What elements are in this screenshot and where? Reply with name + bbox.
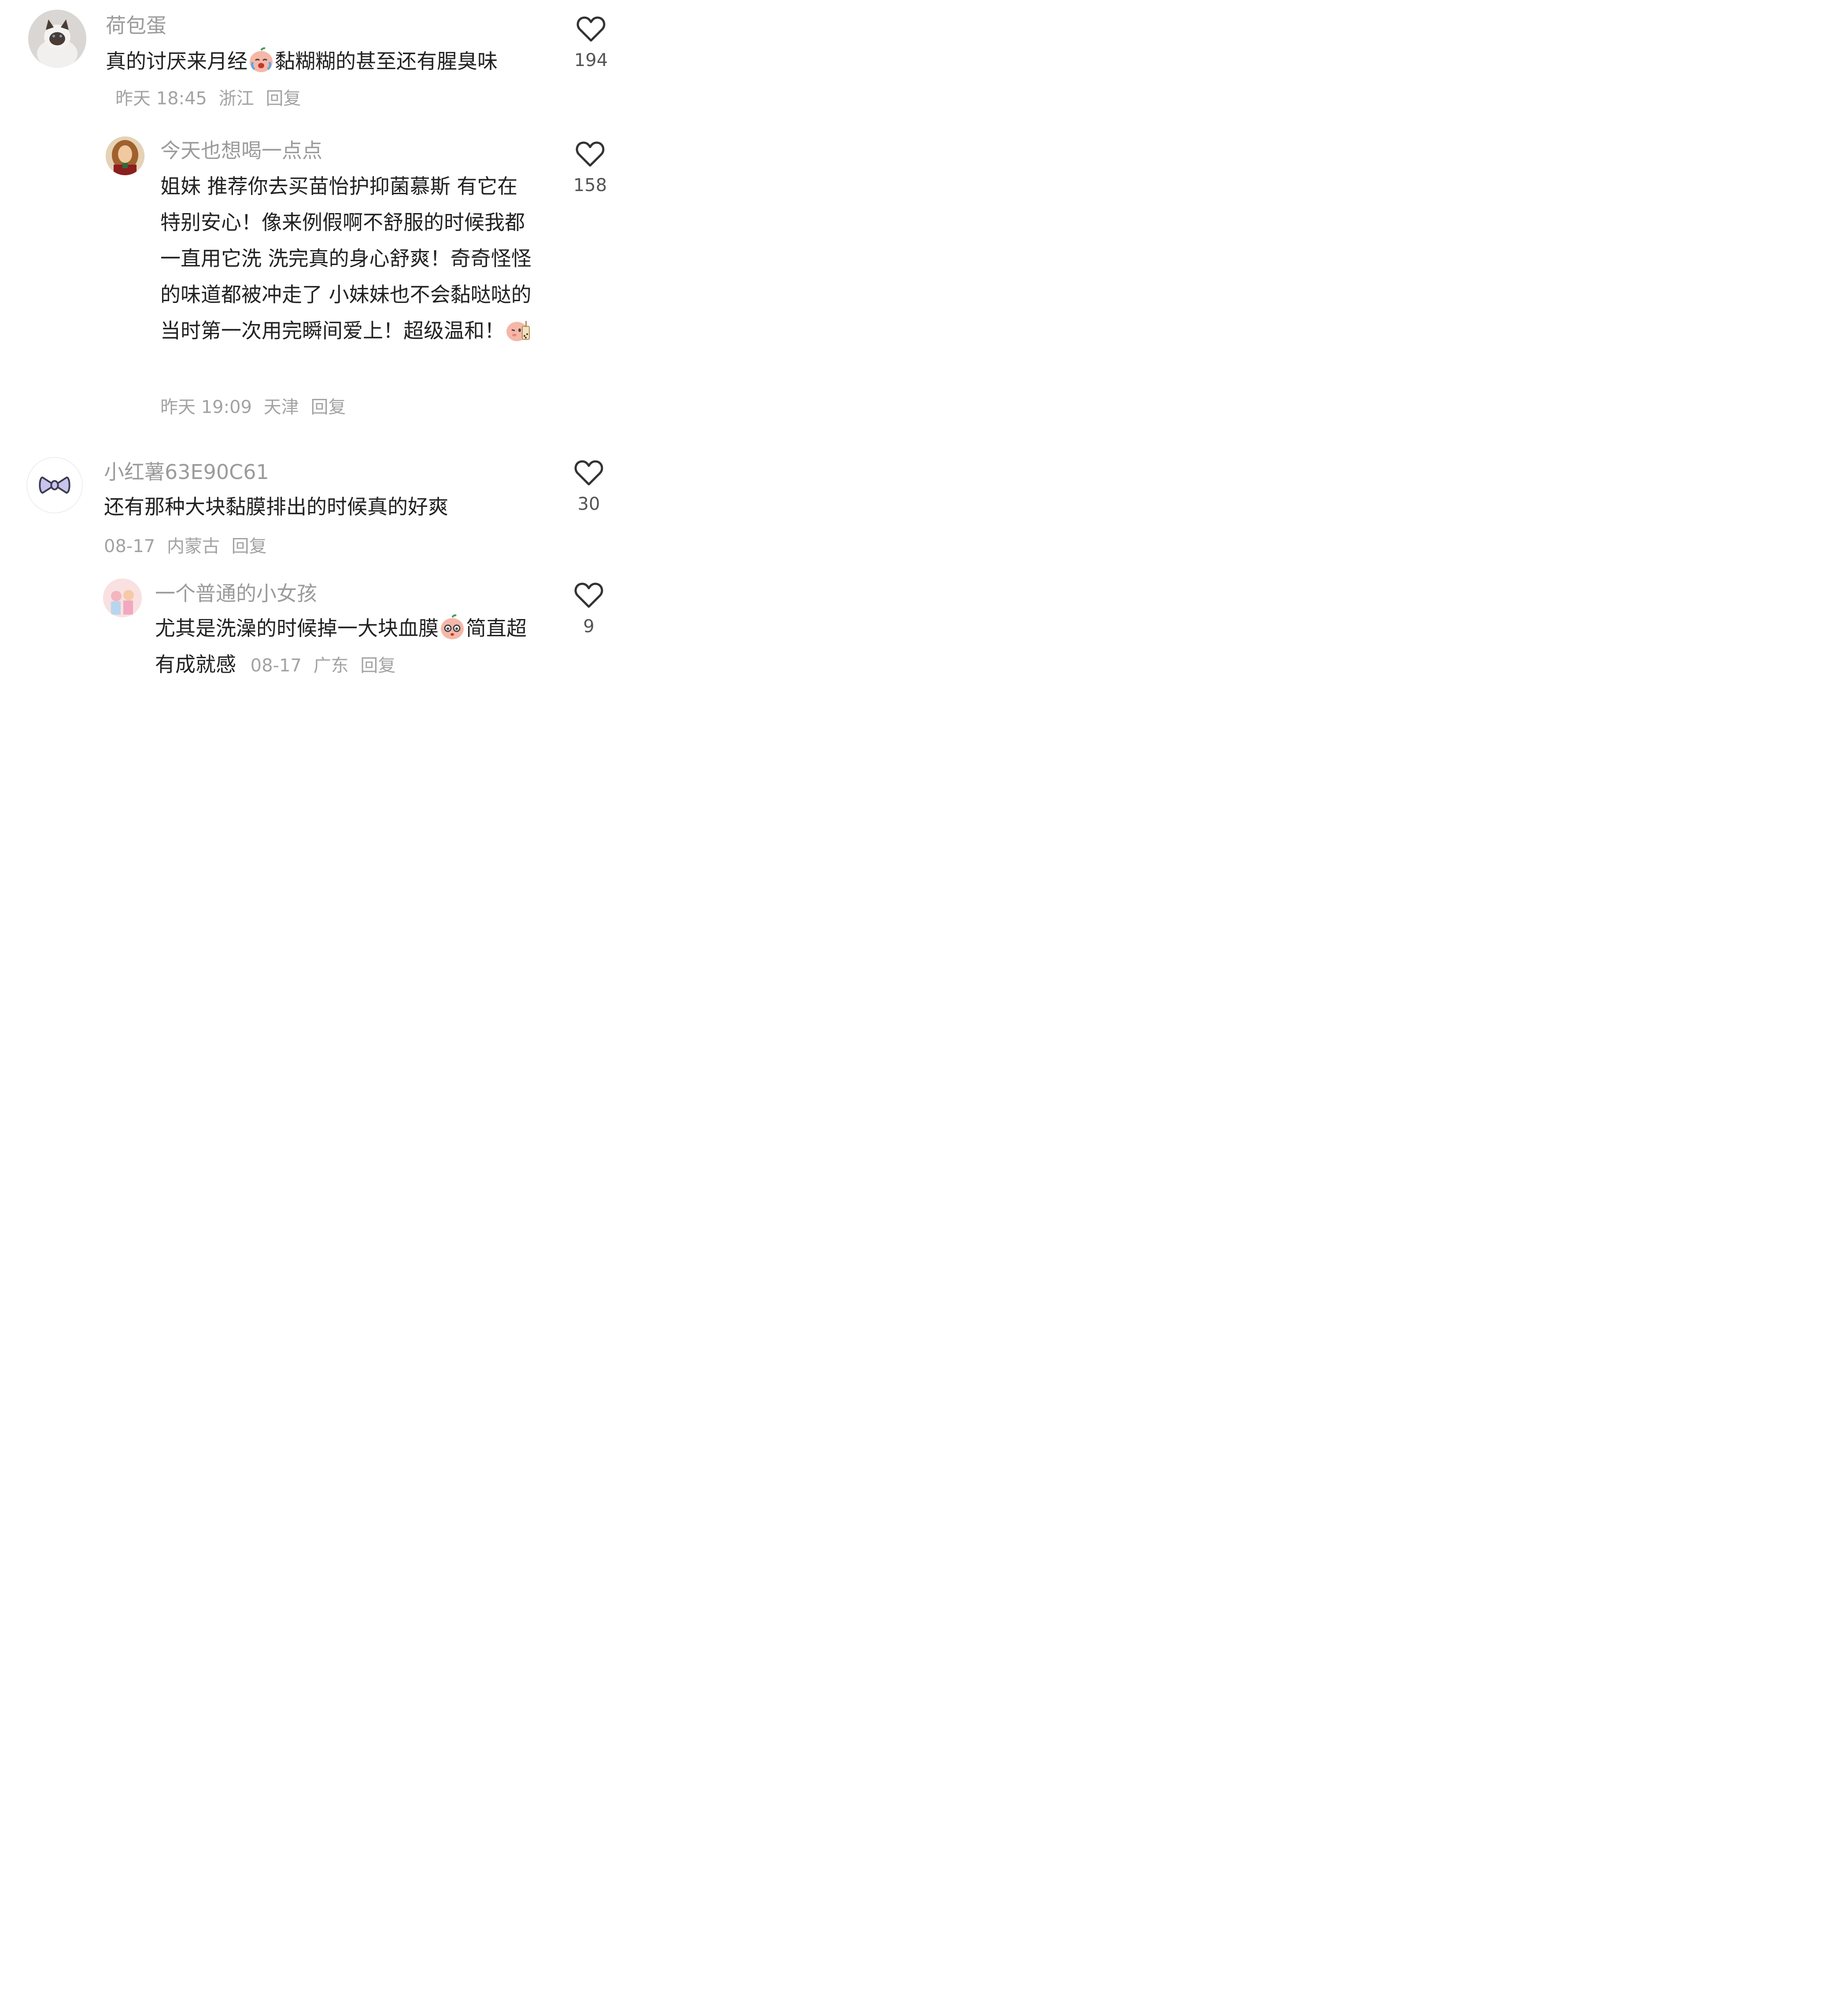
reply-button[interactable]: 回复	[360, 656, 395, 676]
comment-location: 内蒙古	[166, 536, 220, 557]
avatar[interactable]	[28, 10, 86, 68]
like-count: 9	[583, 616, 595, 637]
username[interactable]: 一个普通的小女孩	[155, 581, 317, 606]
comment-text-part: 尤其是洗澡的时候掉一大块血膜	[155, 616, 439, 640]
username[interactable]: 荷包蛋	[106, 13, 166, 38]
comment-text: 还有那种大块黏膜排出的时候真的好爽	[104, 495, 448, 519]
shy-peach-emoji	[439, 613, 466, 641]
like-button[interactable]: 9	[565, 582, 613, 637]
like-button[interactable]: 194	[567, 16, 615, 70]
comment-text: 姐妹 推荐你去买苗怡护抑菌慕斯 有它在特别安心！像来例假啊不舒服的时候我都一直用…	[160, 168, 535, 349]
bow-avatar-icon	[39, 476, 70, 494]
comment-time: 08-17	[250, 656, 302, 676]
avatar[interactable]	[106, 136, 144, 175]
milk-tea-peach-emoji	[505, 316, 532, 343]
comment-meta: 08-17 广东 回复	[251, 656, 402, 676]
comment-meta: 昨天 19:09 天津 回复	[160, 393, 352, 418]
crying-peach-emoji	[247, 46, 275, 74]
comment-text: 尤其是洗澡的时候掉一大块血膜 简直超有成就感 08-17 广东 回复	[155, 610, 543, 684]
username[interactable]: 小红薯63E90C61	[104, 460, 269, 484]
heart-outline-icon	[576, 141, 605, 167]
heart-outline-icon	[576, 16, 606, 42]
username[interactable]: 今天也想喝一点点	[160, 138, 322, 163]
avatar[interactable]	[26, 457, 83, 513]
comment-meta: 昨天 18:45 浙江 回复	[115, 88, 307, 109]
reply-button[interactable]: 回复	[310, 397, 346, 417]
like-button[interactable]: 158	[566, 141, 614, 195]
like-count: 194	[574, 50, 608, 70]
comment-text-part: 真的讨厌来月经	[106, 49, 247, 73]
heart-outline-icon	[574, 582, 603, 608]
comment-text-part: 黏糊糊的甚至还有腥臭味	[275, 49, 498, 73]
comment-meta: 08-17 内蒙古 回复	[104, 532, 273, 557]
illustration-avatar-icon	[103, 579, 142, 617]
portrait-avatar-icon	[106, 136, 144, 175]
reply-button[interactable]: 回复	[232, 536, 267, 557]
heart-outline-icon	[574, 460, 603, 486]
avatar[interactable]	[103, 579, 142, 617]
like-button[interactable]: 30	[565, 460, 613, 514]
cat-avatar-icon	[28, 10, 86, 68]
comment-location: 浙江	[218, 88, 254, 109]
comment-location: 广东	[313, 656, 349, 676]
comment-time: 昨天 18:45	[115, 88, 207, 109]
like-count: 30	[577, 494, 600, 514]
comment-time: 昨天 19:09	[160, 397, 252, 417]
reply-button[interactable]: 回复	[266, 88, 301, 109]
comment-time: 08-17	[104, 536, 155, 557]
comment-text: 真的讨厌来月经 黏糊糊的甚至还有腥臭味 昨天 18:45 浙江 回复	[106, 43, 537, 117]
comment-location: 天津	[263, 397, 299, 417]
like-count: 158	[573, 175, 607, 195]
comment-text-part: 姐妹 推荐你去买苗怡护抑菌慕斯 有它在特别安心！像来例假啊不舒服的时候我都一直用…	[160, 174, 532, 343]
